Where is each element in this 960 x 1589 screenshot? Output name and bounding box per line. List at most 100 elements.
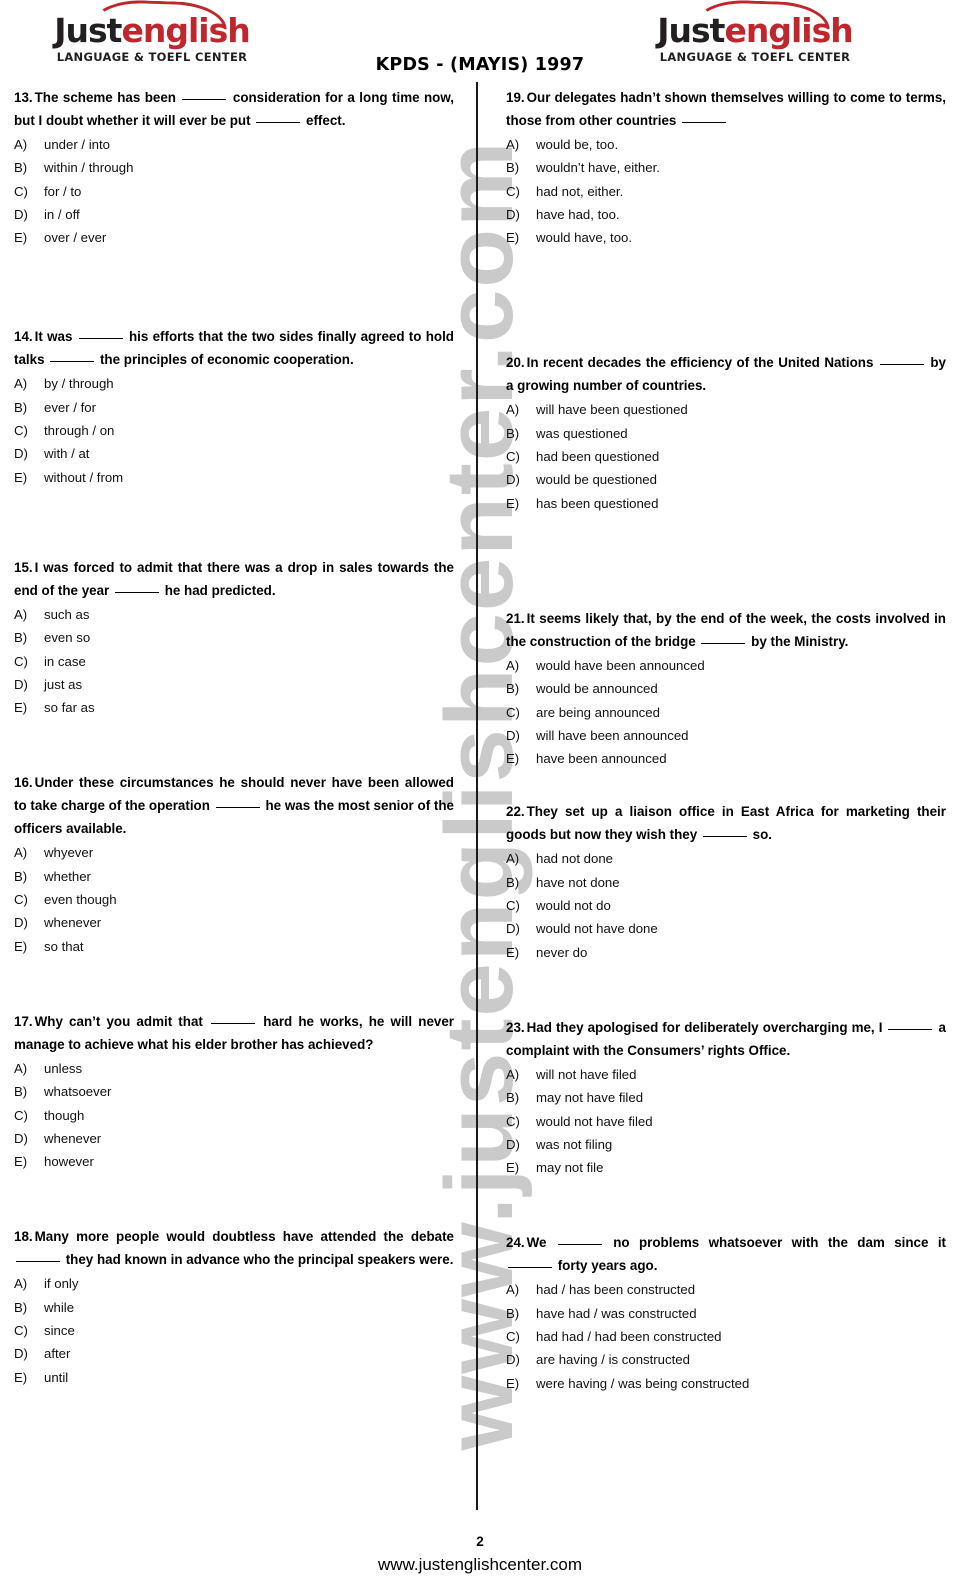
option-letter: C) [14,653,28,669]
option-item[interactable]: C) in case [14,650,454,673]
answer-blank [701,642,746,644]
option-item[interactable]: E) never do [506,941,946,964]
question-stem: 21. It seems likely that, by the end of t… [506,607,946,653]
option-letter: C) [506,183,520,199]
option-item[interactable]: B) would be announced [506,677,946,700]
option-item[interactable]: E) were having / was being constructed [506,1372,946,1395]
option-item[interactable]: E) however [14,1150,454,1173]
option-text: for / to [44,183,82,199]
option-item[interactable]: D) with / at [14,442,454,465]
option-letter: B) [506,1305,520,1321]
option-letter: A) [14,845,28,861]
option-text: so that [44,938,84,954]
option-item[interactable]: D) will have been announced [506,724,946,747]
option-letter: A) [14,1276,28,1292]
option-item[interactable]: D) after [14,1342,454,1365]
option-item[interactable]: B) within / through [14,156,454,179]
option-item[interactable]: E) so that [14,935,454,958]
option-item[interactable]: C) had not, either. [506,180,946,203]
option-item[interactable]: A) under / into [14,133,454,156]
option-item[interactable]: B) while [14,1296,454,1319]
option-item[interactable]: B) may not have filed [506,1086,946,1109]
option-item[interactable]: B) ever / for [14,396,454,419]
option-item[interactable]: E) without / from [14,466,454,489]
option-text: wouldn’t have, either. [536,160,660,176]
option-item[interactable]: D) would not have done [506,917,946,940]
option-item[interactable]: E) over / ever [14,226,454,249]
answer-blank [114,591,159,593]
option-item[interactable]: E) has been questioned [506,492,946,515]
option-item[interactable]: A) had / has been constructed [506,1278,946,1301]
option-item[interactable]: B) wouldn’t have, either. [506,156,946,179]
option-item[interactable]: A) if only [14,1272,454,1295]
option-item[interactable]: C) though [14,1104,454,1127]
option-item[interactable]: A) whyever [14,841,454,864]
option-text: such as [44,606,90,622]
option-item[interactable]: B) was questioned [506,422,946,445]
option-item[interactable]: A) would have been announced [506,654,946,677]
option-item[interactable]: A) would be, too. [506,133,946,156]
option-item[interactable]: B) whether [14,865,454,888]
option-item[interactable]: C) even though [14,888,454,911]
option-list: A) will not have filed B) may not have file… [506,1063,946,1179]
option-item[interactable]: D) are having / is constructed [506,1348,946,1371]
option-item[interactable]: D) in / off [14,203,454,226]
option-item[interactable]: C) had had / had been constructed [506,1325,946,1348]
option-item[interactable]: C) would not do [506,894,946,917]
option-text: had had / had been constructed [536,1329,722,1345]
option-item[interactable]: A) such as [14,603,454,626]
option-text: just as [44,676,83,692]
option-item[interactable]: E) so far as [14,696,454,719]
option-text: through / on [44,423,115,439]
option-item[interactable]: C) since [14,1319,454,1342]
question-block: 22. They set up a liaison office in East … [506,800,946,963]
question-block: 18. Many more people would doubtless have… [14,1225,454,1388]
question-text-segment: he had predicted. [160,582,276,598]
option-item[interactable]: E) may not file [506,1156,946,1179]
option-item[interactable]: E) have been announced [506,747,946,770]
option-item[interactable]: C) would not have filed [506,1110,946,1133]
option-item[interactable]: D) would be questioned [506,468,946,491]
option-text: had been questioned [536,449,660,465]
question-block: 16. Under these circumstances he should n… [14,771,454,957]
option-text: within / through [44,160,134,176]
option-letter: E) [14,700,28,716]
option-text: will have been announced [536,727,689,743]
question-number: 17. [14,1013,33,1029]
option-item[interactable]: A) will have been questioned [506,398,946,421]
logo-wordmark: Justenglish [52,0,252,48]
option-text: over / ever [44,230,107,246]
option-item[interactable]: A) had not done [506,847,946,870]
option-item[interactable]: A) will not have filed [506,1063,946,1086]
option-item[interactable]: C) for / to [14,180,454,203]
option-item[interactable]: A) by / through [14,372,454,395]
question-block: 24. We no problems whatsoever with the da… [506,1231,946,1394]
option-item[interactable]: D) have had, too. [506,203,946,226]
option-letter: C) [14,423,28,439]
option-item[interactable]: E) until [14,1366,454,1389]
option-item[interactable]: D) was not filing [506,1133,946,1156]
option-list: A) had not done B) have not done C) would not… [506,847,946,963]
option-item[interactable]: D) whenever [14,1127,454,1150]
option-item[interactable]: B) have not done [506,871,946,894]
page-header: Justenglish LANGUAGE & TOEFL CENTER Just… [0,0,960,80]
option-letter: D) [506,1352,520,1368]
option-item[interactable]: C) through / on [14,419,454,442]
question-text-segment: no problems whatsoever with the dam sinc… [603,1235,946,1251]
option-item[interactable]: B) whatsoever [14,1080,454,1103]
option-item[interactable]: D) just as [14,673,454,696]
option-letter: C) [14,1323,28,1339]
option-item[interactable]: B) have had / was constructed [506,1302,946,1325]
option-item[interactable]: E) would have, too. [506,226,946,249]
option-item[interactable]: B) even so [14,626,454,649]
question-block: 21. It seems likely that, by the end of t… [506,607,946,770]
option-item[interactable]: C) had been questioned [506,445,946,468]
question-stem: 16. Under these circumstances he should n… [14,771,454,840]
option-text: in / off [44,206,80,222]
option-item[interactable]: A) unless [14,1057,454,1080]
option-item[interactable]: D) whenever [14,911,454,934]
option-item[interactable]: C) are being announced [506,701,946,724]
